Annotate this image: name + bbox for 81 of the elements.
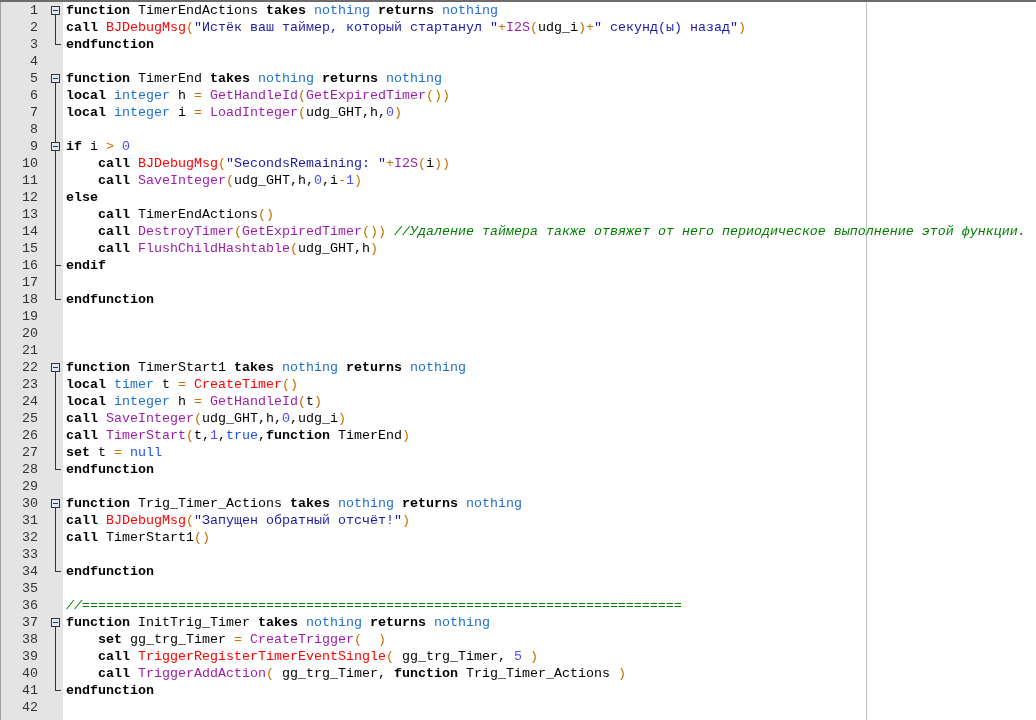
line-number: 21 [21, 342, 39, 359]
line-number: 16 [21, 257, 39, 274]
line-number: 5 [29, 70, 39, 87]
line-number: 1 [29, 2, 39, 19]
line-number: 18 [21, 291, 39, 308]
code-line: function Trig_Timer_Actions takes nothing returns nothing [65, 495, 523, 512]
code-line: local timer t = CreateTimer() [65, 376, 299, 393]
line-number: 9 [29, 138, 39, 155]
code-line: endif [65, 257, 107, 274]
line-number: 24 [21, 393, 39, 410]
line-number: 36 [21, 597, 39, 614]
code-line: call FlushChildHashtable(udg_GHT,h) [97, 240, 379, 257]
line-number: 10 [21, 155, 39, 172]
code-line: function InitTrig_Timer takes nothing returns nothing [65, 614, 491, 631]
line-number: 19 [21, 308, 39, 325]
fold-minus-icon[interactable] [51, 6, 60, 15]
code-line: set t = null [65, 444, 163, 461]
code-line: endfunction [65, 563, 155, 580]
line-number: 42 [21, 699, 39, 716]
code-line: if i > 0 [65, 138, 131, 155]
code-line: call TimerStart1() [65, 529, 211, 546]
line-number: 6 [29, 87, 39, 104]
line-number: 11 [21, 172, 39, 189]
fold-minus-icon[interactable] [51, 618, 60, 627]
code-line: endfunction [65, 461, 155, 478]
code-line: call BJDebugMsg("Истёк ваш таймер, который стартанул "+I2S(udg_i)+" секунд(ы) назад") [65, 19, 747, 36]
code-line: else [65, 189, 99, 206]
line-number: 37 [21, 614, 39, 631]
code-line: call SaveInteger(udg_GHT,h,0,i-1) [97, 172, 363, 189]
line-number: 13 [21, 206, 39, 223]
line-number: 30 [21, 495, 39, 512]
line-number: 12 [21, 189, 39, 206]
line-number: 33 [21, 546, 39, 563]
code-line: call TimerStart(t,1,true,function TimerEnd) [65, 427, 411, 444]
line-number: 14 [21, 223, 39, 240]
line-number: 41 [21, 682, 39, 699]
line-number: 20 [21, 325, 39, 342]
code-line: local integer h = GetHandleId(t) [65, 393, 323, 410]
line-number: 8 [29, 121, 39, 138]
line-number: 39 [21, 648, 39, 665]
line-number: 27 [21, 444, 39, 461]
line-number: 7 [29, 104, 39, 121]
fold-minus-icon[interactable] [51, 74, 60, 83]
code-line: endfunction [65, 291, 155, 308]
line-number: 34 [21, 563, 39, 580]
line-number: 31 [21, 512, 39, 529]
code-line: function TimerEnd takes nothing returns nothing [65, 70, 443, 87]
line-number: 15 [21, 240, 39, 257]
code-line: set gg_trg_Timer = CreateTrigger( ) [97, 631, 387, 648]
code-line: function TimerStart1 takes nothing returns nothing [65, 359, 467, 376]
code-editor[interactable] [0, 0, 1036, 720]
line-number: 38 [21, 631, 39, 648]
line-number: 17 [21, 274, 39, 291]
line-number: 26 [21, 427, 39, 444]
line-number: 3 [29, 36, 39, 53]
line-number: 4 [29, 53, 39, 70]
code-line: call BJDebugMsg("SecondsRemaining: "+I2S(i)) [97, 155, 451, 172]
code-line: call BJDebugMsg("Запущен обратный отсчёт!") [65, 512, 411, 529]
line-number: 29 [21, 478, 39, 495]
line-number: 25 [21, 410, 39, 427]
line-number: 22 [21, 359, 39, 376]
line-number: 35 [21, 580, 39, 597]
code-line: endfunction [65, 682, 155, 699]
fold-minus-icon[interactable] [51, 142, 60, 151]
code-line: local integer i = LoadInteger(udg_GHT,h,0) [65, 104, 403, 121]
line-number: 2 [29, 19, 39, 36]
code-line: call SaveInteger(udg_GHT,h,0,udg_i) [65, 410, 347, 427]
fold-minus-icon[interactable] [51, 499, 60, 508]
code-line: call TimerEndActions() [97, 206, 275, 223]
line-number: 32 [21, 529, 39, 546]
code-line: function TimerEndActions takes nothing returns nothing [65, 2, 499, 19]
code-line: endfunction [65, 36, 155, 53]
code-line: local integer h = GetHandleId(GetExpiredTimer()) [65, 87, 451, 104]
line-number: 28 [21, 461, 39, 478]
code-line: call TriggerAddAction( gg_trg_Timer, function Trig_Timer_Actions ) [97, 665, 627, 682]
code-line: call DestroyTimer(GetExpiredTimer()) //Удаление таймера также отвяжет от него периодическое выполнение этой функции. [97, 223, 1027, 240]
line-number: 23 [21, 376, 39, 393]
code-line: //=========================================================================== [65, 597, 683, 614]
line-number: 40 [21, 665, 39, 682]
fold-minus-icon[interactable] [51, 363, 60, 372]
code-line: call TriggerRegisterTimerEventSingle( gg_trg_Timer, 5 ) [97, 648, 539, 665]
